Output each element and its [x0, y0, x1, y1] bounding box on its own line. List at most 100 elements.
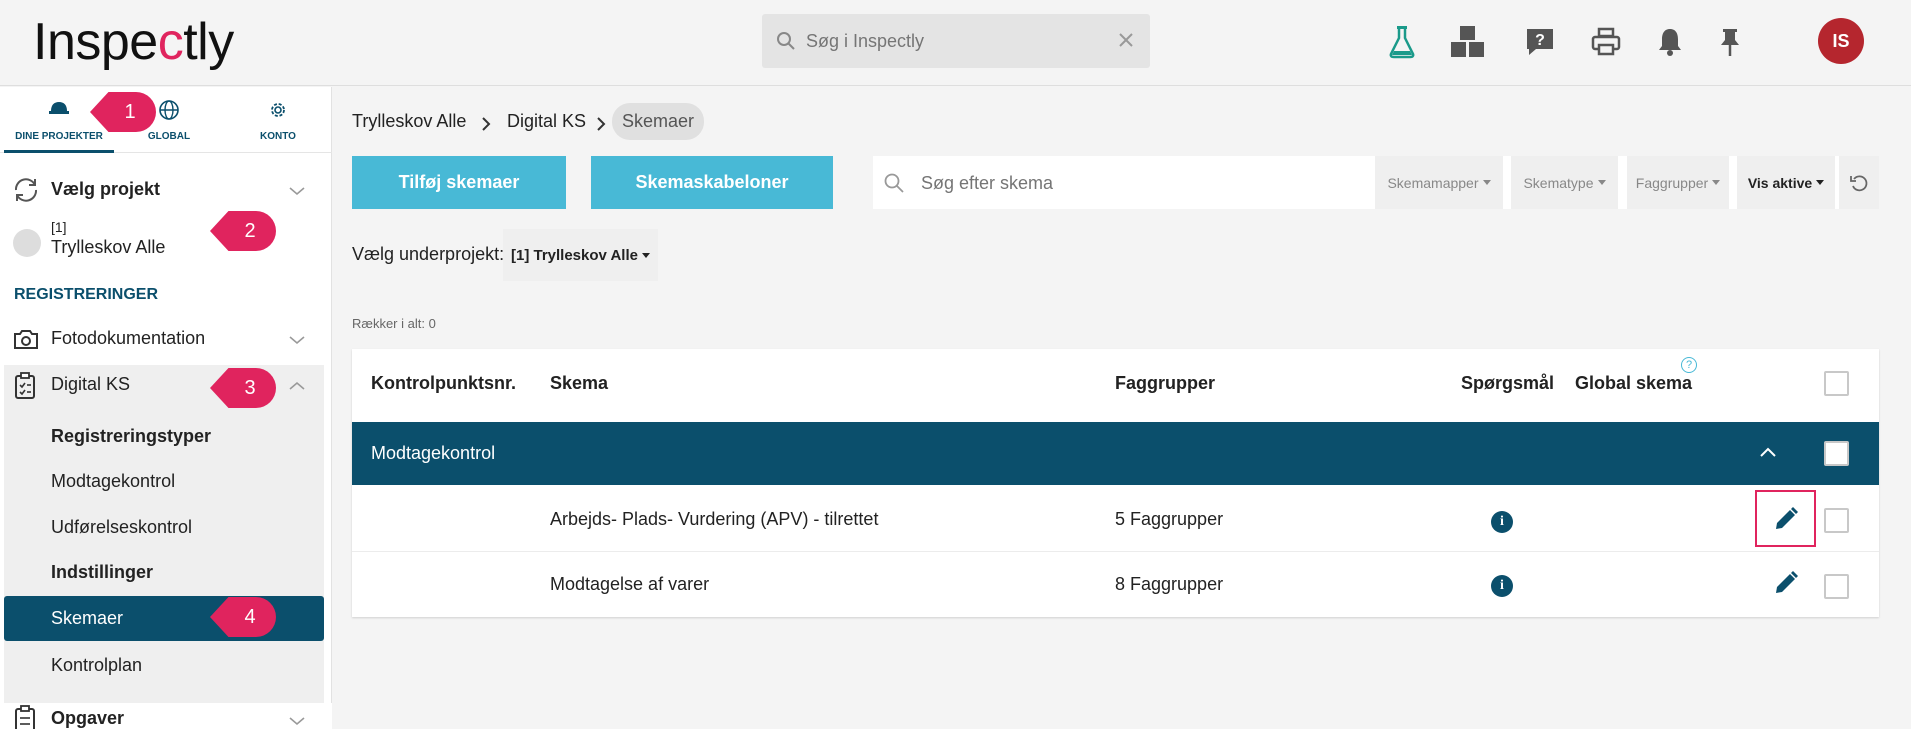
- help-icon[interactable]: ?: [1518, 20, 1562, 64]
- sidebar-item-fotodokumentation[interactable]: Fotodokumentation: [0, 325, 332, 359]
- group-label: Modtagekontrol: [371, 443, 496, 463]
- gear-icon: [271, 103, 285, 117]
- current-project[interactable]: [1] Trylleskov Alle: [0, 217, 332, 267]
- info-icon[interactable]: i: [1491, 511, 1513, 533]
- caret-down-icon: [1816, 180, 1825, 185]
- clipboard-list-icon: [15, 705, 35, 729]
- chevron-right-icon: [482, 117, 491, 131]
- row-schema-name: Modtagelse af varer: [550, 574, 710, 594]
- logo[interactable]: Inspectly: [33, 12, 234, 72]
- globe-icon: [159, 100, 179, 120]
- row-checkbox[interactable]: [1824, 508, 1849, 533]
- svg-text:?: ?: [1535, 32, 1545, 49]
- chevron-down-icon: [289, 336, 305, 345]
- chevron-up-icon: [289, 381, 305, 390]
- sub-heading-registreringstyper: Registreringstyper: [51, 426, 212, 446]
- group-row-modtagekontrol[interactable]: Modtagekontrol: [352, 422, 1879, 485]
- row-divider: [352, 551, 1879, 552]
- tab-konto[interactable]: KONTO: [224, 87, 332, 153]
- select-all-checkbox[interactable]: [1824, 371, 1849, 396]
- sidebar-item-label: Opgaver: [51, 708, 125, 728]
- chevron-up-icon[interactable]: [1759, 446, 1777, 458]
- sidebar-item-kontrolplan[interactable]: Kontrolplan: [51, 655, 142, 676]
- caret-down-icon: [1482, 180, 1491, 185]
- dropdown-skematype[interactable]: Skematype: [1511, 156, 1618, 209]
- search-icon: [777, 32, 795, 50]
- search-icon: [884, 173, 904, 193]
- clear-icon[interactable]: [1116, 30, 1136, 50]
- sub-heading-indstillinger: Indstillinger: [51, 562, 154, 582]
- column-header-sporgsmal[interactable]: Spørgsmål: [1461, 373, 1554, 394]
- sidebar-item-modtagekontrol[interactable]: Modtagekontrol: [51, 471, 175, 492]
- group-checkbox[interactable]: [1824, 441, 1849, 466]
- schema-search-input[interactable]: [921, 168, 1321, 198]
- row-faggrupper: 5 Faggrupper: [1115, 509, 1224, 529]
- cubes-icon[interactable]: [1446, 20, 1490, 64]
- dropdown-skemamapper[interactable]: Skemamapper: [1375, 156, 1503, 209]
- subproject-select[interactable]: [1] Trylleskov Alle: [503, 229, 658, 281]
- sidebar-item-skemaer[interactable]: Skemaer: [4, 596, 324, 641]
- caret-down-icon: [1597, 180, 1606, 185]
- dropdown-label: Skemamapper: [1387, 174, 1479, 191]
- caret-down-icon: [1712, 180, 1721, 185]
- dropdown-label: Skematype: [1523, 174, 1594, 191]
- info-icon[interactable]: i: [1491, 575, 1513, 597]
- row-checkbox[interactable]: [1824, 574, 1849, 599]
- breadcrumb-trylleskov-alle[interactable]: Trylleskov Alle: [352, 111, 466, 132]
- help-circle-icon[interactable]: ?: [1681, 357, 1697, 373]
- chevron-down-icon: [289, 187, 305, 196]
- project-avatar: [13, 229, 41, 257]
- templates-button[interactable]: Skemaskabeloner: [591, 156, 833, 209]
- add-schemas-button[interactable]: Tilføj skemaer: [352, 156, 566, 209]
- schemas-table: Kontrolpunktsnr. Skema Faggrupper Spørgs…: [352, 349, 1879, 617]
- sidebar-tabs: DINE PROJEKTER GLOBAL KONTO: [0, 87, 332, 153]
- edit-pencil-icon[interactable]: [1773, 570, 1799, 596]
- avatar[interactable]: IS: [1818, 18, 1864, 64]
- undo-icon: [1850, 174, 1868, 191]
- choose-project-row[interactable]: Vælg projekt: [0, 175, 332, 215]
- column-header-faggrupper[interactable]: Faggrupper: [1115, 373, 1215, 394]
- section-title: REGISTRERINGER: [14, 286, 159, 303]
- chevron-right-icon: [597, 117, 606, 131]
- choose-project-label: Vælg projekt: [51, 179, 161, 199]
- dropdown-label: Vis aktive: [1747, 174, 1813, 191]
- sidebar-item-label: Skemaer: [51, 608, 124, 628]
- sidebar-item-udforelseskontrol[interactable]: Udførelseskontrol: [51, 517, 192, 538]
- pin-icon[interactable]: [1708, 20, 1752, 64]
- print-icon[interactable]: [1584, 20, 1628, 64]
- caret-down-icon: [642, 252, 650, 258]
- row-schema-name: Arbejds- Plads- Vurdering (APV) - tilret…: [550, 509, 879, 529]
- edit-pencil-icon[interactable]: [1773, 506, 1799, 532]
- column-header-kontrolpunktsnr[interactable]: Kontrolpunktsnr.: [371, 373, 516, 394]
- column-header-global-skema[interactable]: Global skema: [1575, 373, 1692, 394]
- global-search[interactable]: [762, 14, 1150, 68]
- subproject-value: [1] Trylleskov Alle: [510, 246, 638, 264]
- tab-label: GLOBAL: [147, 131, 191, 142]
- tab-label: DINE PROJEKTER: [15, 131, 103, 142]
- reset-filter-button[interactable]: [1839, 156, 1879, 209]
- camera-icon: [14, 330, 38, 349]
- chevron-down-icon: [289, 717, 305, 726]
- project-number: [1]: [51, 219, 67, 235]
- sidebar-item-digital-ks[interactable]: Digital KS: [0, 371, 332, 405]
- global-search-input[interactable]: [806, 26, 1106, 56]
- top-bar: Inspectly ? IS: [0, 0, 1911, 86]
- sidebar-item-opgaver[interactable]: Opgaver: [0, 703, 332, 729]
- dropdown-vis-aktive[interactable]: Vis aktive: [1737, 156, 1835, 209]
- sidebar: DINE PROJEKTER GLOBAL KONTO Vælg projekt…: [0, 87, 332, 729]
- flask-icon[interactable]: [1380, 20, 1424, 64]
- column-header-skema[interactable]: Skema: [550, 373, 608, 394]
- breadcrumb-current: Skemaer: [612, 103, 705, 140]
- sidebar-item-label: Digital KS: [51, 374, 131, 394]
- row-count: Rækker i alt: 0: [352, 316, 436, 331]
- dropdown-label: Faggrupper: [1635, 174, 1709, 191]
- bell-icon[interactable]: [1648, 20, 1692, 64]
- tab-label: KONTO: [260, 131, 296, 142]
- sidebar-item-label: Fotodokumentation: [51, 328, 206, 348]
- breadcrumb-digital-ks[interactable]: Digital KS: [507, 111, 586, 132]
- refresh-icon: [14, 178, 38, 202]
- row-faggrupper: 8 Faggrupper: [1115, 574, 1224, 594]
- dropdown-faggrupper[interactable]: Faggrupper: [1627, 156, 1729, 209]
- helmet-icon: [49, 102, 69, 114]
- project-name: Trylleskov Alle: [51, 237, 166, 257]
